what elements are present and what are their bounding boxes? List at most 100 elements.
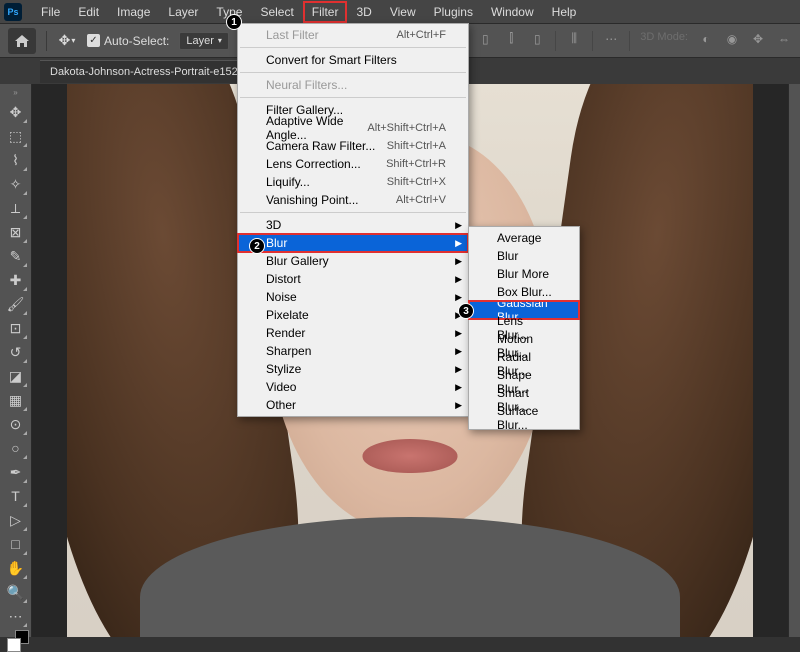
photoshop-logo: Ps: [4, 3, 22, 21]
layer-dropdown[interactable]: Layer ▾: [179, 32, 229, 50]
menu-separator: [240, 72, 466, 73]
panel-expand-icon[interactable]: »: [13, 88, 17, 96]
separator: [46, 31, 47, 51]
filter-menu-dropdown: Last FilterAlt+Ctrl+F Convert for Smart F…: [237, 23, 469, 417]
eyedropper-tool[interactable]: ✎: [4, 244, 28, 268]
history-brush-tool[interactable]: ↺: [4, 340, 28, 364]
threed-orbit-icon[interactable]: ◐: [698, 31, 714, 47]
menu-item-liquify[interactable]: Liquify...Shift+Ctrl+X: [238, 173, 468, 191]
lasso-tool[interactable]: ⌇: [4, 148, 28, 172]
threed-mode-label: 3D Mode:: [640, 31, 688, 51]
tool-panel: » ✥⬚⌇✧⟂⊠✎✚🖌⊡↺◪▦⊙○✒T▷□✋🔍⋯: [0, 84, 32, 637]
menu-separator: [240, 212, 466, 213]
dodge-tool[interactable]: ○: [4, 436, 28, 460]
annotation-badge-1: 1: [226, 14, 242, 30]
menu-item-stylize[interactable]: Stylize▶: [238, 360, 468, 378]
menu-separator: [240, 97, 466, 98]
submenu-arrow-icon: ▶: [455, 400, 462, 411]
hand-tool[interactable]: ✋: [4, 556, 28, 580]
separator: [629, 31, 630, 51]
threed-slide-icon[interactable]: ⇔: [776, 31, 792, 47]
menu-item-other[interactable]: Other▶: [238, 396, 468, 414]
menu-item-pixelate[interactable]: Pixelate▶: [238, 306, 468, 324]
submenu-arrow-icon: ▶: [455, 364, 462, 375]
menu-window[interactable]: Window: [482, 1, 543, 23]
submenu-item-average[interactable]: Average: [469, 229, 579, 247]
submenu-arrow-icon: ▶: [455, 346, 462, 357]
type-tool[interactable]: T: [4, 484, 28, 508]
menu-layer[interactable]: Layer: [159, 1, 207, 23]
align-icons-group: ▯ ⫿ ▯ ⫼ ⋯ 3D Mode: ◐ ◉ ✥ ⇔: [477, 31, 792, 51]
document-tab[interactable]: Dakota-Johnson-Actress-Portrait-e1522…: [40, 60, 265, 83]
align-left-icon[interactable]: ▯: [477, 31, 493, 47]
menu-item-adaptive-wide-angle[interactable]: Adaptive Wide Angle...Alt+Shift+Ctrl+A: [238, 119, 468, 137]
auto-select-option[interactable]: ✓ Auto-Select:: [87, 34, 169, 48]
submenu-arrow-icon: ▶: [455, 382, 462, 393]
submenu-arrow-icon: ▶: [455, 238, 462, 249]
stamp-tool[interactable]: ⊡: [4, 316, 28, 340]
menu-image[interactable]: Image: [108, 1, 159, 23]
separator: [555, 31, 556, 51]
zoom-tool[interactable]: 🔍: [4, 580, 28, 604]
menu-item-blur[interactable]: Blur▶: [238, 234, 468, 252]
submenu-item-surface-blur[interactable]: Surface Blur...: [469, 409, 579, 427]
eraser-tool[interactable]: ◪: [4, 364, 28, 388]
move-tool[interactable]: ✥: [4, 100, 28, 124]
home-button[interactable]: [8, 28, 36, 54]
healing-tool[interactable]: ✚: [4, 268, 28, 292]
threed-pan-icon[interactable]: ✥: [750, 31, 766, 47]
menu-item-last-filter: Last FilterAlt+Ctrl+F: [238, 26, 468, 44]
blur-tool[interactable]: ⊙: [4, 412, 28, 436]
menu-separator: [240, 47, 466, 48]
menu-item-camera-raw-filter[interactable]: Camera Raw Filter...Shift+Ctrl+A: [238, 137, 468, 155]
magic-wand-tool[interactable]: ✧: [4, 172, 28, 196]
checkbox-icon: ✓: [87, 34, 100, 47]
move-tool-icon[interactable]: ✥▾: [57, 31, 77, 51]
path-select-tool[interactable]: ▷: [4, 508, 28, 532]
distribute-icon[interactable]: ⫼: [566, 31, 582, 47]
pen-tool[interactable]: ✒: [4, 460, 28, 484]
menu-plugins[interactable]: Plugins: [425, 1, 482, 23]
menu-item-sharpen[interactable]: Sharpen▶: [238, 342, 468, 360]
menu-item-render[interactable]: Render▶: [238, 324, 468, 342]
menu-select[interactable]: Select: [251, 1, 302, 23]
menu-item-3d[interactable]: 3D▶: [238, 216, 468, 234]
more-tools[interactable]: ⋯: [4, 604, 28, 628]
menu-file[interactable]: File: [32, 1, 69, 23]
more-icon[interactable]: ⋯: [603, 31, 619, 47]
frame-tool[interactable]: ⊠: [4, 220, 28, 244]
gradient-tool[interactable]: ▦: [4, 388, 28, 412]
blur-submenu-dropdown: AverageBlurBlur MoreBox Blur...Gaussian …: [468, 226, 580, 430]
submenu-arrow-icon: ▶: [455, 256, 462, 267]
menu-item-lens-correction[interactable]: Lens Correction...Shift+Ctrl+R: [238, 155, 468, 173]
submenu-item-blur-more[interactable]: Blur More: [469, 265, 579, 283]
align-right-icon[interactable]: ▯: [529, 31, 545, 47]
menu-help[interactable]: Help: [543, 1, 586, 23]
right-panel-collapsed[interactable]: [788, 84, 800, 637]
separator: [592, 31, 593, 51]
brush-tool[interactable]: 🖌: [4, 292, 28, 316]
menu-edit[interactable]: Edit: [69, 1, 108, 23]
menu-item-distort[interactable]: Distort▶: [238, 270, 468, 288]
marquee-tool[interactable]: ⬚: [4, 124, 28, 148]
submenu-arrow-icon: ▶: [455, 274, 462, 285]
menu-3d[interactable]: 3D: [347, 1, 380, 23]
align-center-icon[interactable]: ⫿: [503, 31, 519, 47]
submenu-arrow-icon: ▶: [455, 328, 462, 339]
menu-filter[interactable]: Filter: [303, 1, 348, 23]
chevron-down-icon: ▾: [218, 36, 222, 45]
submenu-item-blur[interactable]: Blur: [469, 247, 579, 265]
menu-view[interactable]: View: [381, 1, 425, 23]
menu-item-convert-for-smart-filters[interactable]: Convert for Smart Filters: [238, 51, 468, 69]
menu-item-noise[interactable]: Noise▶: [238, 288, 468, 306]
menu-item-blur-gallery[interactable]: Blur Gallery▶: [238, 252, 468, 270]
menu-bar: Ps FileEditImageLayerTypeSelectFilter3DV…: [0, 0, 800, 24]
crop-tool[interactable]: ⟂: [4, 196, 28, 220]
menu-item-vanishing-point[interactable]: Vanishing Point...Alt+Ctrl+V: [238, 191, 468, 209]
submenu-arrow-icon: ▶: [455, 292, 462, 303]
threed-roll-icon[interactable]: ◉: [724, 31, 740, 47]
menu-item-neural-filters: Neural Filters...: [238, 76, 468, 94]
submenu-arrow-icon: ▶: [455, 220, 462, 231]
rect-tool[interactable]: □: [4, 532, 28, 556]
menu-item-video[interactable]: Video▶: [238, 378, 468, 396]
